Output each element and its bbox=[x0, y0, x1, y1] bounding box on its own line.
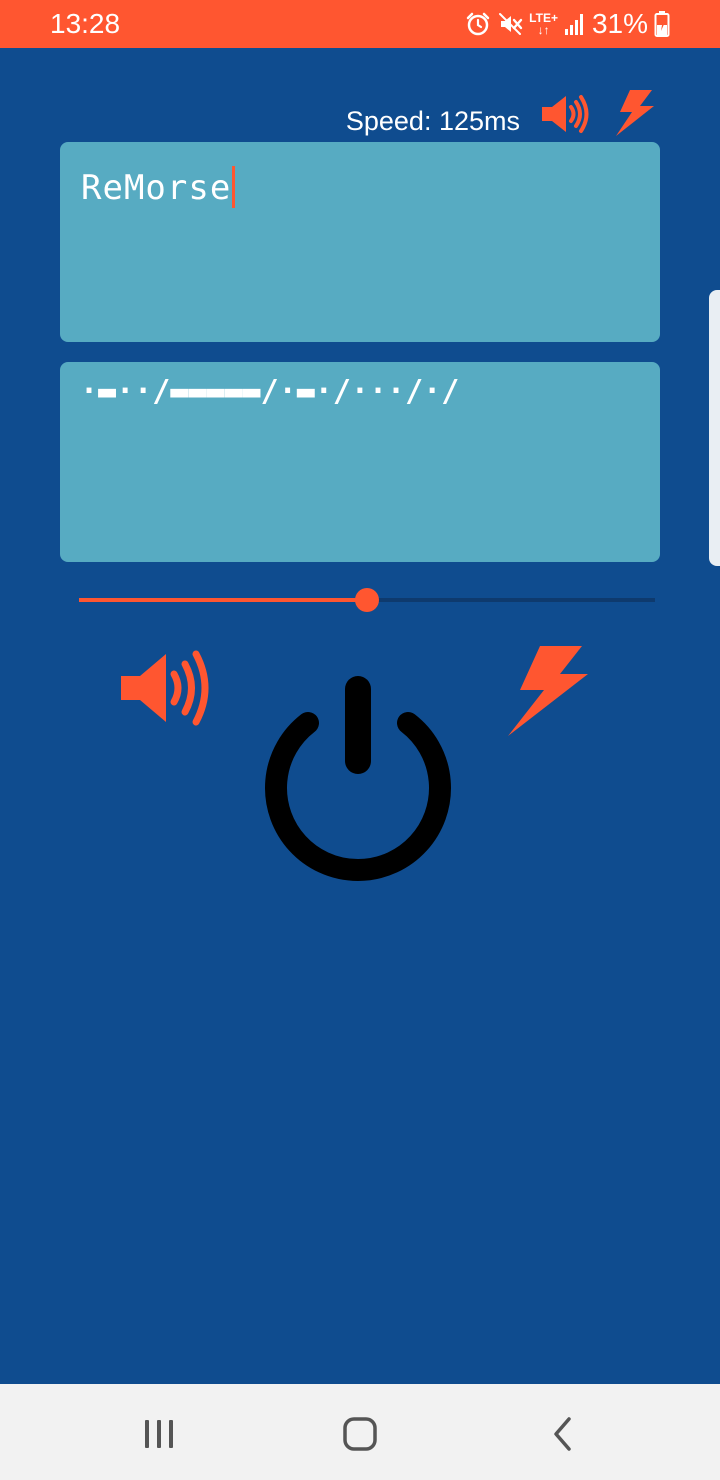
slider-fill bbox=[79, 598, 367, 602]
status-icons: LTE+ ↓↑ 31% bbox=[465, 6, 670, 42]
morse-output-box[interactable]: ·▬··/▬▬▬▬▬/·▬·/···/·/ bbox=[60, 362, 660, 562]
mute-icon bbox=[497, 11, 523, 37]
battery-charging-icon bbox=[654, 10, 670, 38]
speed-label: Speed: 125ms bbox=[345, 106, 520, 136]
back-icon[interactable] bbox=[546, 1414, 580, 1459]
status-bar: 13:28 LTE+ ↓↑ 31% bbox=[0, 0, 720, 48]
app-content: Speed: 125ms ReMorse ·▬··/▬▬▬▬▬/·▬·/···/… bbox=[0, 48, 720, 1384]
text-input-box[interactable]: ReMorse bbox=[60, 142, 660, 342]
text-input-value: ReMorse bbox=[81, 168, 232, 208]
data-arrows: ↓↑ bbox=[537, 23, 550, 37]
battery-percent: 31% bbox=[591, 8, 648, 39]
flash-icon[interactable] bbox=[612, 88, 656, 143]
text-input[interactable]: ReMorse bbox=[81, 166, 236, 208]
sound-toggle-icon[interactable] bbox=[118, 648, 218, 733]
nav-bar bbox=[0, 1384, 720, 1480]
text-cursor bbox=[232, 166, 236, 208]
speed-slider[interactable] bbox=[79, 588, 655, 612]
morse-output: ·▬··/▬▬▬▬▬/·▬·/···/·/ bbox=[80, 374, 460, 409]
recents-icon[interactable] bbox=[140, 1414, 178, 1459]
home-icon[interactable] bbox=[338, 1414, 382, 1459]
power-button[interactable] bbox=[258, 673, 458, 888]
scroll-indicator bbox=[709, 290, 720, 566]
flash-toggle-icon[interactable] bbox=[500, 644, 590, 743]
lte-icon: LTE+ ↓↑ bbox=[529, 12, 558, 36]
signal-icon bbox=[564, 12, 586, 36]
slider-thumb[interactable] bbox=[355, 588, 379, 612]
sound-icon[interactable] bbox=[540, 92, 590, 141]
alarm-icon bbox=[465, 11, 491, 37]
status-time: 13:28 bbox=[50, 8, 121, 39]
